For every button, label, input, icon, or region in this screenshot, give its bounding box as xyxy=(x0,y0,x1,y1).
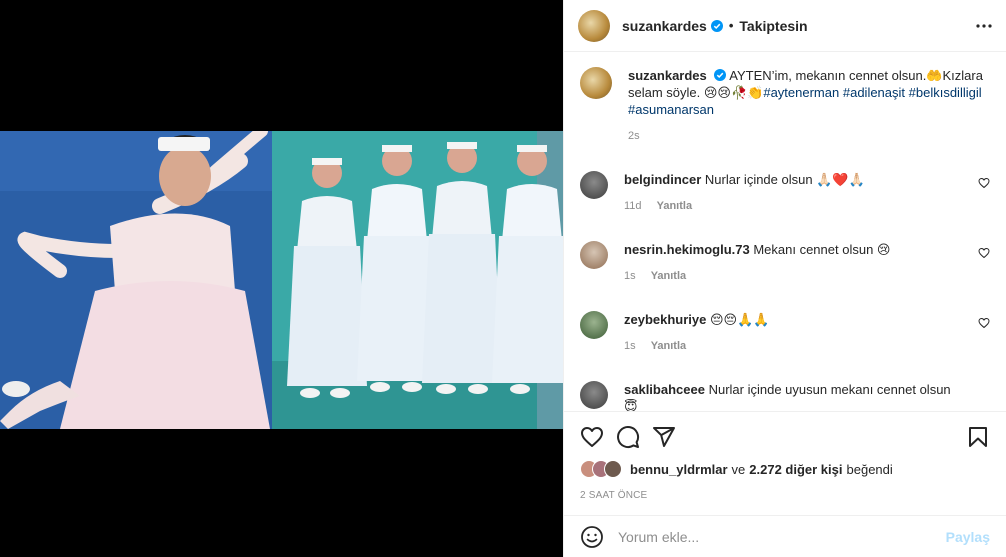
post-comment-button[interactable]: Paylaş xyxy=(946,529,990,545)
post-time[interactable]: 2 SAAT ÖNCE xyxy=(580,490,990,501)
reply-button[interactable]: Yanıtla xyxy=(651,340,686,352)
post-header: suzankardes • Takiptesin xyxy=(564,0,1006,52)
comment-item: zeybekhuriye 😔😔🙏🙏 1s Yanıtla xyxy=(580,311,990,355)
comment-icon[interactable] xyxy=(616,425,640,449)
comment-item: belgindincer Nurlar içinde olsun 🙏🏻❤️🙏🏻 … xyxy=(580,171,990,215)
comment-meta: 1s Yanıtla xyxy=(624,268,954,285)
post-sidebar: suzankardes • Takiptesin suzankardes AYT… xyxy=(563,0,1006,557)
comment-text: Mekanı cennet olsun 😢 xyxy=(753,242,891,257)
bookmark-icon[interactable] xyxy=(966,425,990,449)
more-icon[interactable] xyxy=(974,16,994,36)
comment-heart-icon[interactable] xyxy=(978,247,990,259)
commenter-avatar[interactable] xyxy=(580,311,608,339)
comment-heart-icon[interactable] xyxy=(978,317,990,329)
follow-status-button[interactable]: Takiptesin xyxy=(739,18,807,34)
post-photo[interactable] xyxy=(0,131,563,429)
reply-button[interactable]: Yanıtla xyxy=(651,270,686,282)
comments-list[interactable]: suzankardes AYTEN’im, mekanın cennet ols… xyxy=(564,53,1006,411)
reply-button[interactable]: Yanıtla xyxy=(657,200,692,212)
comment-username[interactable]: zeybekhuriye xyxy=(624,312,706,327)
commenter-avatar[interactable] xyxy=(580,381,608,409)
author-avatar[interactable] xyxy=(578,9,610,42)
commenter-avatar[interactable] xyxy=(580,171,608,199)
likes-summary: bennu_yldrmlar ve 2.272 diğer kişi beğen… xyxy=(580,460,990,478)
hashtag-link[interactable]: #belkısdilligil xyxy=(909,85,982,100)
liker-avatar xyxy=(604,460,622,478)
comment-item: nesrin.hekimoglu.73 Mekanı cennet olsun … xyxy=(580,241,990,285)
caption-meta: 2s xyxy=(628,128,984,145)
comment-input[interactable]: Yorum ekle... xyxy=(618,529,946,545)
comment-username[interactable]: nesrin.hekimoglu.73 xyxy=(624,242,750,257)
likes-connector: ve xyxy=(731,461,746,477)
comment-body: nesrin.hekimoglu.73 Mekanı cennet olsun … xyxy=(624,241,954,285)
comment-body: belgindincer Nurlar içinde olsun 🙏🏻❤️🙏🏻 … xyxy=(624,171,954,215)
comment-username[interactable]: belgindincer xyxy=(624,172,701,187)
hashtag-link[interactable]: #aytenerman xyxy=(763,85,839,100)
comment-time: 1s xyxy=(624,270,636,282)
caption-avatar[interactable] xyxy=(580,67,612,99)
verified-icon xyxy=(710,19,723,32)
post-modal: suzankardes • Takiptesin suzankardes AYT… xyxy=(0,0,1006,557)
commenter-avatar[interactable] xyxy=(580,241,608,269)
photo-right-group xyxy=(272,131,563,429)
hashtag-link[interactable]: #adilenaşit xyxy=(843,85,905,100)
caption-time: 2s xyxy=(628,130,640,142)
post-media xyxy=(0,0,563,557)
action-icons xyxy=(580,424,990,450)
likes-count[interactable]: 2.272 diğer kişi xyxy=(749,462,842,477)
post-caption: suzankardes AYTEN’im, mekanın cennet ols… xyxy=(580,67,990,145)
separator-dot: • xyxy=(728,18,734,33)
comment-time: 11d xyxy=(624,200,642,212)
verified-icon xyxy=(714,69,727,81)
comment-meta: 1s Yanıtla xyxy=(624,338,954,355)
post-actions: bennu_yldrmlar ve 2.272 diğer kişi beğen… xyxy=(564,411,1006,515)
comment-meta: 11d Yanıtla xyxy=(624,198,954,215)
likes-suffix: beğendi xyxy=(846,461,893,477)
comment-text: Nurlar içinde olsun 🙏🏻❤️🙏🏻 xyxy=(704,172,865,187)
emoji-icon[interactable] xyxy=(580,525,604,549)
comment-time: 1s xyxy=(624,340,636,352)
share-icon[interactable] xyxy=(652,425,676,449)
caption-username[interactable]: suzankardes xyxy=(628,68,707,83)
author-username[interactable]: suzankardes xyxy=(622,18,707,34)
comment-username[interactable]: saklibahceee xyxy=(624,382,705,397)
heart-icon[interactable] xyxy=(580,425,604,449)
photo-left-dancer xyxy=(0,131,272,429)
liker-avatars xyxy=(580,460,626,478)
comment-body: saklibahceee Nurlar içinde uyusun mekanı… xyxy=(624,381,954,411)
comment-item: saklibahceee Nurlar içinde uyusun mekanı… xyxy=(580,381,990,411)
comment-heart-icon[interactable] xyxy=(978,177,990,189)
comment-body: zeybekhuriye 😔😔🙏🙏 1s Yanıtla xyxy=(624,311,954,355)
add-comment-bar: Yorum ekle... Paylaş xyxy=(564,515,1006,557)
comment-text: 😔😔🙏🙏 xyxy=(710,312,770,327)
hashtag-link[interactable]: #asumanarsan xyxy=(628,102,714,117)
caption-body: suzankardes AYTEN’im, mekanın cennet ols… xyxy=(628,67,984,145)
liker-username[interactable]: bennu_yldrmlar xyxy=(630,462,728,477)
